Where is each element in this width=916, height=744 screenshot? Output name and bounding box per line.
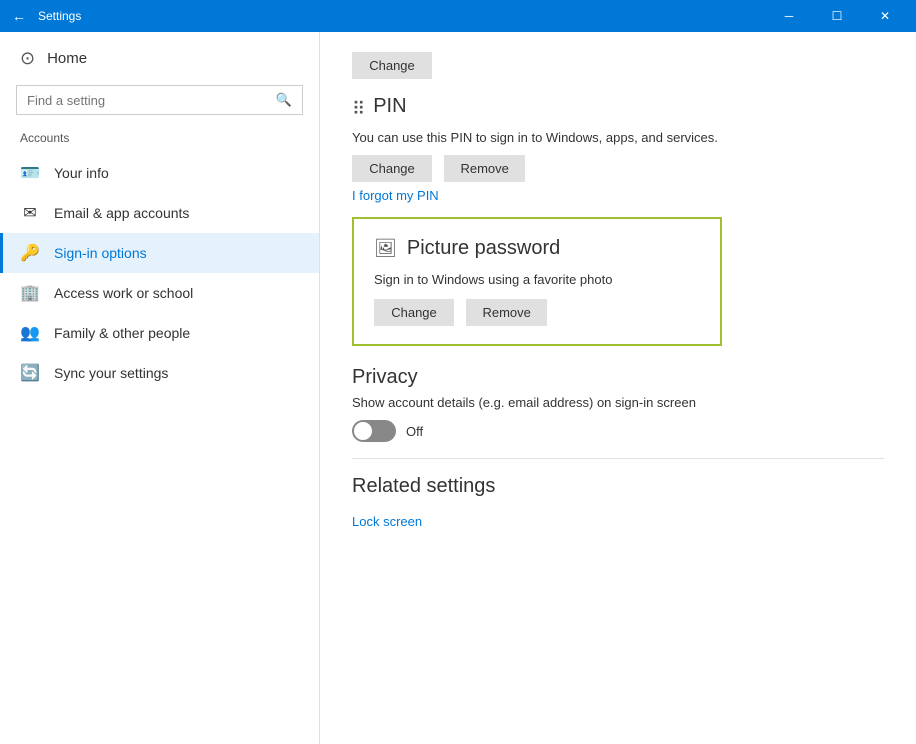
close-button[interactable]: ✕ — [862, 0, 908, 32]
email-label: Email & app accounts — [54, 205, 189, 221]
pp-title: Picture password — [407, 237, 560, 260]
email-icon: ✉ — [20, 203, 40, 223]
forgot-pin-link[interactable]: I forgot my PIN — [352, 188, 439, 203]
pin-buttons: Change Remove — [352, 155, 884, 182]
back-button[interactable]: ← — [8, 4, 30, 28]
home-label: Home — [47, 50, 87, 67]
related-settings-title: Related settings — [352, 475, 884, 498]
pp-remove-button[interactable]: Remove — [466, 299, 546, 326]
sidebar-item-email[interactable]: ✉ Email & app accounts — [0, 193, 319, 233]
sidebar-item-family[interactable]: 👥 Family & other people — [0, 313, 319, 353]
family-label: Family & other people — [54, 325, 190, 341]
app-body: ⊙ Home 🔍 Accounts 🪪 Your info ✉ Email & … — [0, 32, 916, 744]
signin-icon: 🔑 — [20, 243, 40, 263]
pp-change-button[interactable]: Change — [374, 299, 454, 326]
top-change-container: Change — [352, 52, 884, 79]
search-icon: 🔍 — [276, 92, 292, 108]
pin-remove-button[interactable]: Remove — [444, 155, 524, 182]
pin-change-button[interactable]: Change — [352, 155, 432, 182]
sidebar-item-your-info[interactable]: 🪪 Your info — [0, 153, 319, 193]
sidebar-section-label: Accounts — [0, 127, 319, 153]
toggle-knob — [354, 422, 372, 440]
pp-header: 🖼 Picture password — [374, 237, 700, 260]
content-area: Change ⠿ PIN You can use this PIN to sig… — [320, 32, 916, 744]
sidebar-item-signin[interactable]: 🔑 Sign-in options — [0, 233, 319, 273]
pp-buttons: Change Remove — [374, 299, 700, 326]
pin-desc: You can use this PIN to sign in to Windo… — [352, 130, 884, 145]
pin-icon: ⠿ — [352, 99, 365, 120]
picture-password-icon: 🖼 — [374, 238, 397, 259]
lock-screen-link[interactable]: Lock screen — [352, 514, 422, 529]
home-icon: ⊙ — [20, 48, 35, 69]
signin-label: Sign-in options — [54, 245, 147, 261]
top-change-button[interactable]: Change — [352, 52, 432, 79]
sync-label: Sync your settings — [54, 365, 168, 381]
work-icon: 🏢 — [20, 283, 40, 303]
minimize-button[interactable]: ─ — [766, 0, 812, 32]
maximize-button[interactable]: ☐ — [814, 0, 860, 32]
your-info-label: Your info — [54, 165, 109, 181]
divider — [352, 458, 884, 459]
sidebar-item-sync[interactable]: 🔄 Sync your settings — [0, 353, 319, 393]
search-input[interactable] — [27, 93, 268, 108]
privacy-desc: Show account details (e.g. email address… — [352, 395, 884, 410]
family-icon: 👥 — [20, 323, 40, 343]
toggle-label: Off — [406, 424, 423, 439]
titlebar: ← Settings ─ ☐ ✕ — [0, 0, 916, 32]
sidebar-home[interactable]: ⊙ Home — [0, 32, 319, 85]
pp-desc: Sign in to Windows using a favorite phot… — [374, 272, 700, 287]
pin-title: PIN — [373, 95, 406, 118]
search-box: 🔍 — [16, 85, 303, 115]
privacy-toggle-row: Off — [352, 420, 884, 442]
sync-icon: 🔄 — [20, 363, 40, 383]
privacy-toggle[interactable] — [352, 420, 396, 442]
privacy-title: Privacy — [352, 366, 884, 389]
sidebar-item-access-work[interactable]: 🏢 Access work or school — [0, 273, 319, 313]
titlebar-title: Settings — [38, 9, 81, 23]
titlebar-controls: ─ ☐ ✕ — [766, 0, 908, 32]
your-info-icon: 🪪 — [20, 163, 40, 183]
titlebar-left: ← Settings — [8, 4, 81, 28]
work-label: Access work or school — [54, 285, 193, 301]
picture-password-box: 🖼 Picture password Sign in to Windows us… — [352, 217, 722, 346]
pin-header: ⠿ PIN — [352, 95, 884, 124]
sidebar: ⊙ Home 🔍 Accounts 🪪 Your info ✉ Email & … — [0, 32, 320, 744]
